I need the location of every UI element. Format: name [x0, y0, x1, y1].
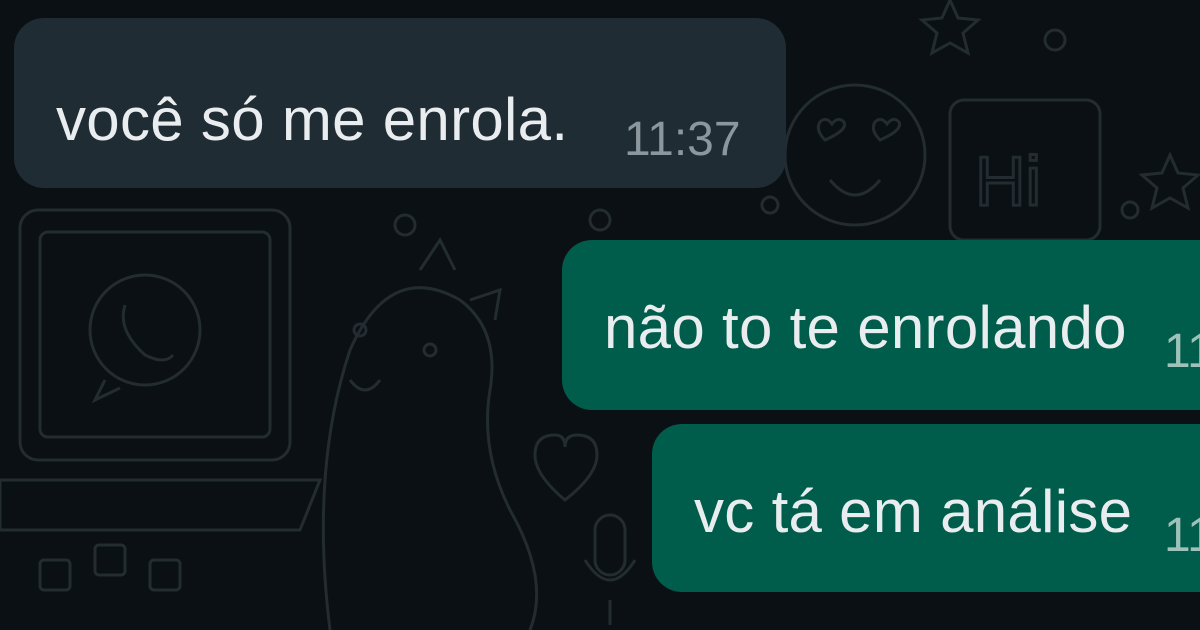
message-timestamp: 11 — [1164, 509, 1200, 562]
dinosaur-doodle-icon — [321, 237, 539, 630]
incoming-message-bubble[interactable]: você só me enrola. 11:37 — [14, 18, 786, 188]
message-text: não to te enrolando — [604, 294, 1127, 361]
star-doodle-icon — [1138, 151, 1200, 211]
star-doodle-icon — [918, 0, 982, 56]
hi-sign-doodle-icon: Hi — [948, 98, 1102, 242]
microphone-doodle-icon — [583, 513, 637, 625]
message-timestamp: 11 — [1164, 325, 1200, 378]
heart-doodle-icon — [533, 433, 599, 502]
laptop-doodle-icon — [0, 208, 323, 532]
outgoing-message-bubble[interactable]: vc tá em análise 11 — [652, 424, 1200, 592]
outgoing-message-bubble[interactable]: não to te enrolando 11 — [562, 240, 1200, 410]
message-text: vc tá em análise — [694, 478, 1133, 545]
heart-eyes-face-doodle-icon — [783, 83, 927, 227]
message-text: você só me enrola. — [56, 86, 569, 153]
svg-text:Hi: Hi — [975, 142, 1041, 220]
message-timestamp: 11:37 — [624, 113, 741, 166]
